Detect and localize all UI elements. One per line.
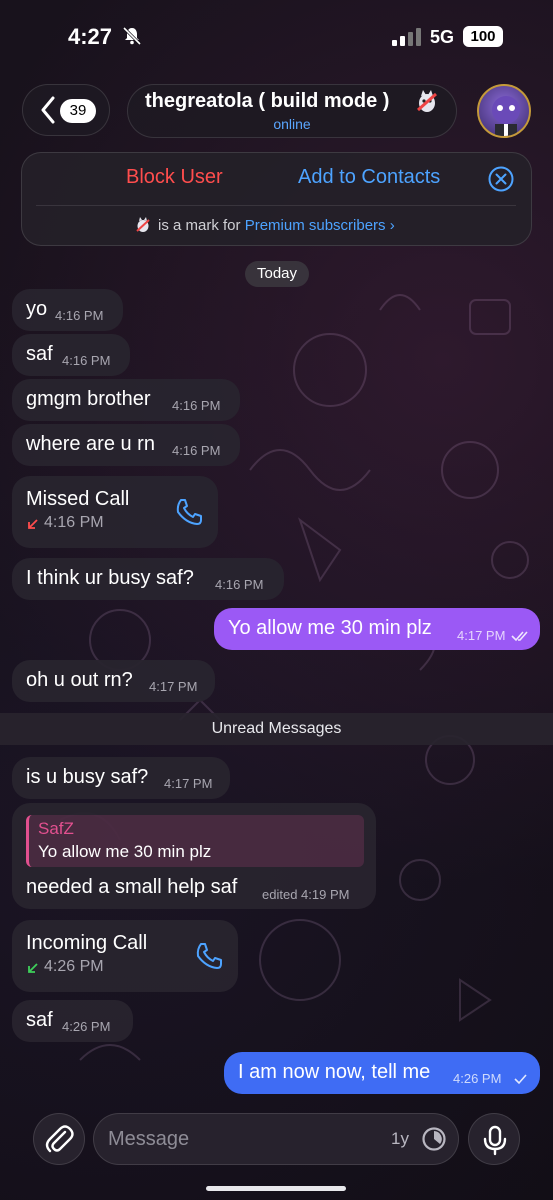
message-text: where are u rn xyxy=(26,433,155,455)
message-time: 4:16 PM xyxy=(172,443,221,458)
message-time: 4:17 PM xyxy=(164,776,213,791)
network-label: 5G xyxy=(430,27,455,47)
unread-messages-separator: Unread Messages xyxy=(0,713,553,745)
message-text: I think ur busy saf? xyxy=(26,567,194,589)
close-icon[interactable] xyxy=(488,166,514,192)
message-time: 4:26 PM xyxy=(62,1019,111,1034)
premium-subscribers-link[interactable]: Premium subscribers › xyxy=(245,217,395,234)
premium-badge-icon[interactable] xyxy=(414,88,440,114)
call-title: Incoming Call xyxy=(26,932,148,954)
voice-message-button[interactable] xyxy=(468,1113,520,1165)
premium-note: is a mark for Premium subscribers › xyxy=(158,217,395,234)
panel-divider xyxy=(36,205,516,206)
message-text: yo xyxy=(26,298,48,320)
premium-mark-icon xyxy=(136,217,150,232)
message-text: Yo allow me 30 min plz xyxy=(228,617,432,639)
incoming-call-arrow-icon xyxy=(28,963,38,973)
chat-title[interactable]: thegreatola ( build mode ) xyxy=(145,90,389,113)
call-title: Missed Call xyxy=(26,488,130,510)
self-destruct-timer-label[interactable]: 1y xyxy=(391,1129,409,1149)
message-time: 4:26 PM xyxy=(453,1071,502,1086)
message-time: 4:17 PM xyxy=(457,628,506,643)
message-time: 4:16 PM xyxy=(62,353,111,368)
attach-button[interactable] xyxy=(33,1113,85,1165)
message-text: oh u out rn? xyxy=(26,669,133,691)
phone-icon[interactable] xyxy=(194,941,224,971)
missed-call-arrow-icon xyxy=(28,519,38,529)
message-text: saf xyxy=(26,343,53,365)
message-text: is u busy saf? xyxy=(26,766,149,788)
message-input[interactable] xyxy=(108,1126,368,1152)
attach-icon[interactable] xyxy=(34,1114,86,1166)
block-user-button[interactable]: Block User xyxy=(126,166,223,189)
single-check-icon xyxy=(514,1074,527,1085)
reply-author: SafZ xyxy=(38,819,74,838)
signal-icon xyxy=(392,28,421,46)
premium-note-text: is a mark for xyxy=(158,217,241,234)
bell-slash-icon xyxy=(122,26,142,46)
message-text: needed a small help saf xyxy=(26,876,238,898)
message-time: edited 4:19 PM xyxy=(262,887,350,902)
avatar[interactable] xyxy=(477,84,531,138)
chat-online-status: online xyxy=(273,116,311,132)
battery-indicator: 100 xyxy=(463,26,503,47)
double-check-icon xyxy=(511,631,528,642)
date-separator: Today xyxy=(245,261,309,287)
message-time: 4:16 PM xyxy=(215,577,264,592)
message-text: gmgm brother xyxy=(26,388,151,410)
add-to-contacts-button[interactable]: Add to Contacts xyxy=(298,166,440,189)
back-chevron-icon[interactable] xyxy=(40,96,56,124)
message-text: saf xyxy=(26,1009,53,1031)
call-time: 4:26 PM xyxy=(44,958,104,975)
message-time: 4:17 PM xyxy=(149,679,198,694)
unread-count-badge[interactable]: 39 xyxy=(60,99,96,123)
message-time: 4:16 PM xyxy=(172,398,221,413)
message-text: I am now now, tell me xyxy=(238,1061,431,1083)
timer-icon[interactable] xyxy=(420,1125,448,1153)
home-indicator xyxy=(206,1186,346,1191)
reply-quote-text: Yo allow me 30 min plz xyxy=(38,842,212,861)
call-time: 4:16 PM xyxy=(44,514,104,531)
phone-icon[interactable] xyxy=(174,497,204,527)
mic-icon[interactable] xyxy=(469,1114,521,1166)
message-time: 4:16 PM xyxy=(55,308,104,323)
status-time: 4:27 xyxy=(68,24,113,49)
